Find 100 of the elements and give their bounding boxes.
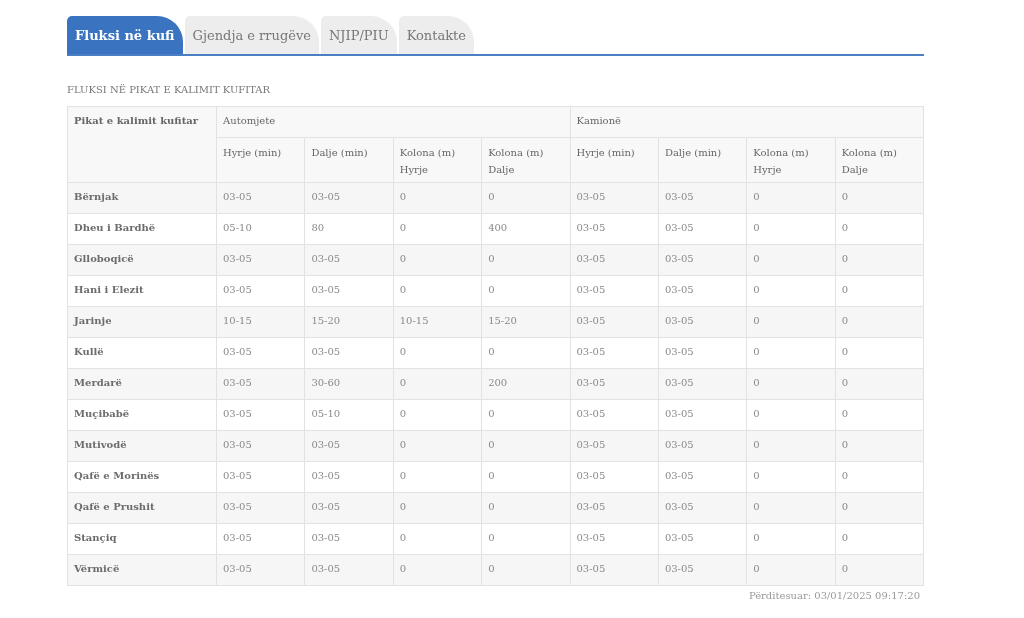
table-cell: 03-05 [216, 337, 305, 369]
table-cell: 0 [835, 337, 924, 369]
table-cell: 03-05 [570, 244, 659, 276]
row-header-cell: Merdarë [67, 368, 217, 400]
table-cell: 03-05 [658, 213, 747, 245]
table-cell: 0 [481, 244, 570, 276]
tab[interactable]: Gjendja e rrugëve [184, 16, 319, 54]
table-cell: 03-05 [570, 213, 659, 245]
table-cell: 03-05 [304, 492, 394, 524]
section-title: FLUKSI NË PIKAT E KALIMIT KUFITAR [67, 84, 272, 95]
table-cell: 03-05 [304, 430, 394, 462]
table-cell: 0 [746, 461, 836, 493]
table-cell: 03-05 [658, 368, 747, 400]
table-cell: 0 [393, 182, 482, 214]
table-cell: 0 [746, 337, 836, 369]
table-cell: 0 [835, 244, 924, 276]
tab[interactable]: NJIP/PIU [321, 16, 397, 54]
table-cell: 0 [746, 213, 836, 245]
row-header-cell: Qafë e Prushit [67, 492, 217, 524]
table-cell: 0 [393, 430, 482, 462]
table-cell: 03-05 [658, 430, 747, 462]
table-cell: 400 [481, 213, 570, 245]
tab[interactable]: Fluksi në kufi [67, 16, 183, 54]
table-cell: 03-05 [570, 337, 659, 369]
table-cell: 03-05 [216, 399, 305, 431]
table-cell: 0 [835, 213, 924, 245]
row-header-cell: Mutivodë [67, 430, 217, 462]
table-cell: 0 [835, 306, 924, 338]
table-cell: 0 [746, 399, 836, 431]
table-cell: 03-05 [570, 275, 659, 307]
table-cell: 03-05 [216, 523, 305, 555]
column-header: Hyrje (min) [216, 137, 305, 183]
table-cell: 0 [746, 523, 836, 555]
last-updated-text: Përditesuar: 03/01/2025 09:17:20 [747, 589, 921, 601]
table-cell: 03-05 [216, 492, 305, 524]
table-cell: 03-05 [658, 461, 747, 493]
column-group-header: Automjete [216, 106, 570, 138]
table-cell: 0 [393, 554, 482, 586]
column-header: Dalje (min) [304, 137, 394, 183]
row-header-cell: Bërnjak [67, 182, 217, 214]
table-cell: 0 [746, 430, 836, 462]
table-cell: 0 [746, 554, 836, 586]
table-cell: 0 [393, 492, 482, 524]
table-cell: 0 [835, 523, 924, 555]
table-cell: 0 [481, 554, 570, 586]
table-cell: 03-05 [570, 399, 659, 431]
table-cell: 0 [746, 244, 836, 276]
table-cell: 03-05 [304, 523, 394, 555]
table-cell: 03-05 [304, 461, 394, 493]
table-cell: 0 [481, 275, 570, 307]
table-cell: 15-20 [304, 306, 394, 338]
table-cell: 03-05 [304, 182, 394, 214]
table-cell: 03-05 [216, 554, 305, 586]
table-cell: 0 [481, 461, 570, 493]
table-cell: 03-05 [658, 492, 747, 524]
row-header-cell: Dheu i Bardhë [67, 213, 217, 245]
table-cell: 03-05 [570, 368, 659, 400]
table-cell: 80 [304, 213, 394, 245]
table-cell: 0 [835, 399, 924, 431]
table-cell: 0 [393, 213, 482, 245]
table-cell: 0 [835, 554, 924, 586]
table-cell: 03-05 [658, 244, 747, 276]
table-cell: 0 [393, 368, 482, 400]
table-cell: 0 [835, 461, 924, 493]
table-cell: 0 [393, 275, 482, 307]
table-cell: 05-10 [304, 399, 394, 431]
table-cell: 200 [481, 368, 570, 400]
table-cell: 0 [835, 275, 924, 307]
table-cell: 03-05 [216, 275, 305, 307]
row-header-cell: Jarinje [67, 306, 217, 338]
table-cell: 03-05 [216, 461, 305, 493]
table-cell: 0 [746, 492, 836, 524]
table-cell: 0 [746, 182, 836, 214]
table-cell: 03-05 [658, 523, 747, 555]
table-cell: 0 [481, 523, 570, 555]
row-header-cell: Qafë e Morinës [67, 461, 217, 493]
table-cell: 0 [746, 306, 836, 338]
row-header-cell: Vërmicë [67, 554, 217, 586]
table-cell: 0 [835, 430, 924, 462]
row-header-cell: Kullë [67, 337, 217, 369]
column-header: Kolona (m) Hyrje [746, 137, 836, 183]
tab[interactable]: Kontakte [398, 16, 474, 54]
table-cell: 05-10 [216, 213, 305, 245]
table-cell: 03-05 [658, 337, 747, 369]
table-cell: 0 [481, 337, 570, 369]
table-cell: 03-05 [216, 244, 305, 276]
table-cell: 03-05 [570, 554, 659, 586]
table-cell: 03-05 [216, 430, 305, 462]
table-cell: 30-60 [304, 368, 394, 400]
column-group-header: Kamionë [570, 106, 924, 138]
row-header-cell: Stançiq [67, 523, 217, 555]
table-cell: 03-05 [658, 275, 747, 307]
table-cell: 0 [393, 399, 482, 431]
column-header: Dalje (min) [658, 137, 747, 183]
table-cell: 0 [481, 182, 570, 214]
column-header: Hyrje (min) [570, 137, 659, 183]
table-cell: 03-05 [304, 337, 394, 369]
table-cell: 03-05 [570, 492, 659, 524]
table-cell: 0 [835, 182, 924, 214]
column-header: Kolona (m) Dalje [481, 137, 570, 183]
